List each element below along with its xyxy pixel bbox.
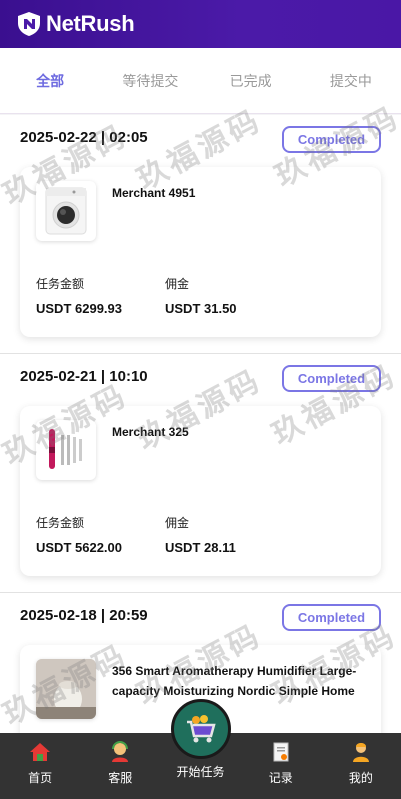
product-image (36, 659, 96, 719)
nav-home[interactable]: 首页 (0, 733, 80, 799)
home-icon (30, 743, 51, 761)
commission-value: USDT 28.11 (165, 540, 236, 555)
tab-completed[interactable]: 已完成 (201, 71, 301, 91)
amount-label: 任务金额 (36, 516, 85, 530)
tab-submitting[interactable]: 提交中 (301, 71, 401, 91)
filter-tabs: 全部 等待提交 已完成 提交中 (0, 48, 401, 114)
bottom-nav: 首页 客服 开始任务 记录 我的 (0, 699, 401, 799)
order-item: 2025-02-22 | 02:05 Completed Merchant 49… (0, 115, 401, 354)
order-card[interactable]: Merchant 4951 任务金额 佣金 USDT 6299.93 USDT … (20, 167, 381, 337)
status-badge[interactable]: Completed (282, 604, 381, 631)
commission-label: 佣金 (165, 516, 190, 530)
nav-records[interactable]: 记录 (241, 733, 321, 799)
shield-logo-icon (18, 12, 40, 36)
nav-start-task-label: 开始任务 (176, 765, 225, 779)
amount-label: 任务金额 (36, 277, 85, 291)
merchant-name: 356 Smart Aromatherapy Humidifier Large-… (112, 664, 357, 698)
product-image (36, 420, 96, 480)
order-card[interactable]: Merchant 325 任务金额 佣金 USDT 5622.00 USDT 2… (20, 406, 381, 576)
merchant-name: Merchant 325 (112, 425, 189, 439)
user-icon (352, 743, 369, 762)
brand-name: NetRush (46, 11, 135, 36)
order-time: 2025-02-22 | 02:05 (20, 129, 148, 146)
nav-support-label: 客服 (108, 771, 133, 785)
status-badge[interactable]: Completed (282, 126, 381, 153)
tab-pending[interactable]: 等待提交 (100, 71, 200, 91)
amount-value: USDT 5622.00 (36, 540, 122, 555)
shopping-cart-icon (186, 715, 216, 743)
record-icon (273, 742, 289, 762)
humidifier-icon (36, 659, 96, 719)
start-task-button[interactable] (170, 699, 231, 759)
amount-value: USDT 6299.93 (36, 301, 122, 316)
brand-logo[interactable]: NetRush (16, 11, 135, 37)
commission-label: 佣金 (165, 277, 190, 291)
nav-home-label: 首页 (28, 771, 53, 785)
product-image (36, 181, 96, 241)
order-item: 2025-02-21 | 10:10 Completed Merchant 32… (0, 354, 401, 593)
app-header: NetRush (0, 0, 401, 48)
nav-support[interactable]: 客服 (80, 733, 160, 799)
order-time: 2025-02-18 | 20:59 (20, 607, 148, 624)
nav-start-task[interactable]: 开始任务 (160, 699, 240, 799)
nav-records-label: 记录 (268, 771, 293, 785)
nav-profile[interactable]: 我的 (321, 733, 401, 799)
status-badge[interactable]: Completed (282, 365, 381, 392)
commission-value: USDT 31.50 (165, 301, 237, 316)
nav-profile-label: 我的 (348, 771, 373, 785)
hair-styler-icon (49, 429, 82, 469)
washing-machine-icon (45, 187, 87, 235)
support-agent-icon (112, 741, 129, 762)
merchant-name: Merchant 4951 (112, 186, 196, 200)
order-list: 2025-02-22 | 02:05 Completed Merchant 49… (0, 115, 401, 799)
tab-all[interactable]: 全部 (0, 71, 100, 91)
order-time: 2025-02-21 | 10:10 (20, 368, 148, 385)
